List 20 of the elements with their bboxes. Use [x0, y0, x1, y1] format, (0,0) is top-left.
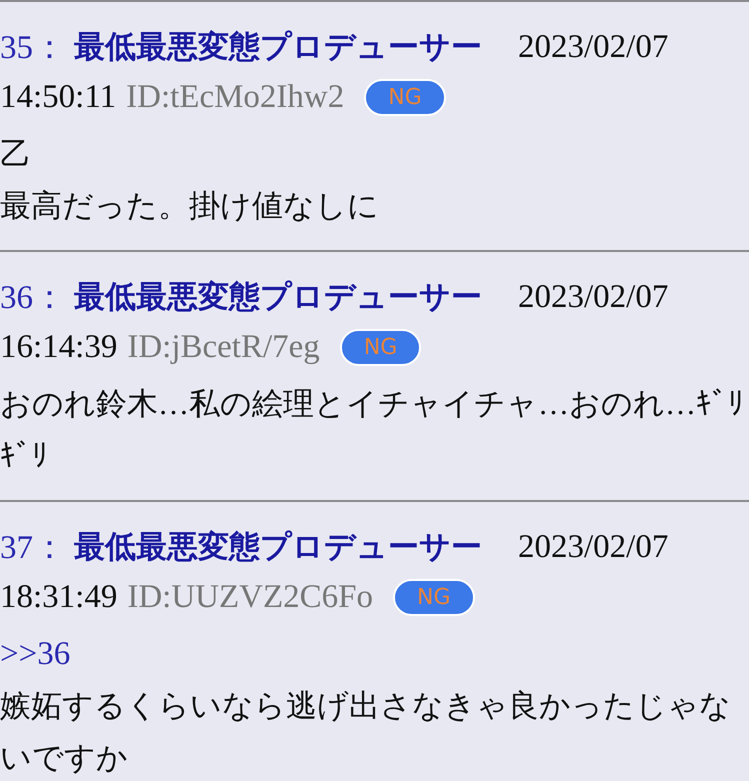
poster-name: 最低最悪変態プロデューサー — [74, 278, 482, 316]
post-number[interactable]: 36： — [0, 274, 66, 320]
poster-id: ID:UUZVZ2C6Fo — [127, 578, 374, 616]
post-time: 14:50:11 — [0, 78, 116, 116]
poster-id: ID:jBcetR/7eg — [127, 328, 320, 366]
poster-name: 最低最悪変態プロデューサー — [74, 528, 482, 566]
post-number[interactable]: 37： — [0, 524, 66, 570]
reply-anchor-link[interactable]: >>36 — [0, 628, 749, 680]
poster-id: ID:tEcMo2Ihw2 — [126, 78, 344, 116]
post-text: 乙 — [0, 135, 32, 173]
post-date: 2023/02/07 — [518, 278, 668, 316]
post-text: 嫉妬するくらいなら逃げ出さなきゃ良かったじゃないですか — [0, 687, 732, 777]
post-text: おのれ鈴木…私の絵理とイチャイチャ…おのれ…ｷﾞﾘｷﾞﾘ — [0, 385, 745, 475]
post-date: 2023/02/07 — [518, 528, 668, 566]
post-date: 2023/02/07 — [518, 28, 668, 66]
poster-name: 最低最悪変態プロデューサー — [74, 28, 482, 66]
post-time: 16:14:39 — [0, 328, 118, 366]
post-number[interactable]: 35： — [0, 24, 66, 70]
post-text: 最高だった。掛け値なしに — [0, 187, 380, 225]
post-time: 18:31:49 — [0, 578, 118, 616]
